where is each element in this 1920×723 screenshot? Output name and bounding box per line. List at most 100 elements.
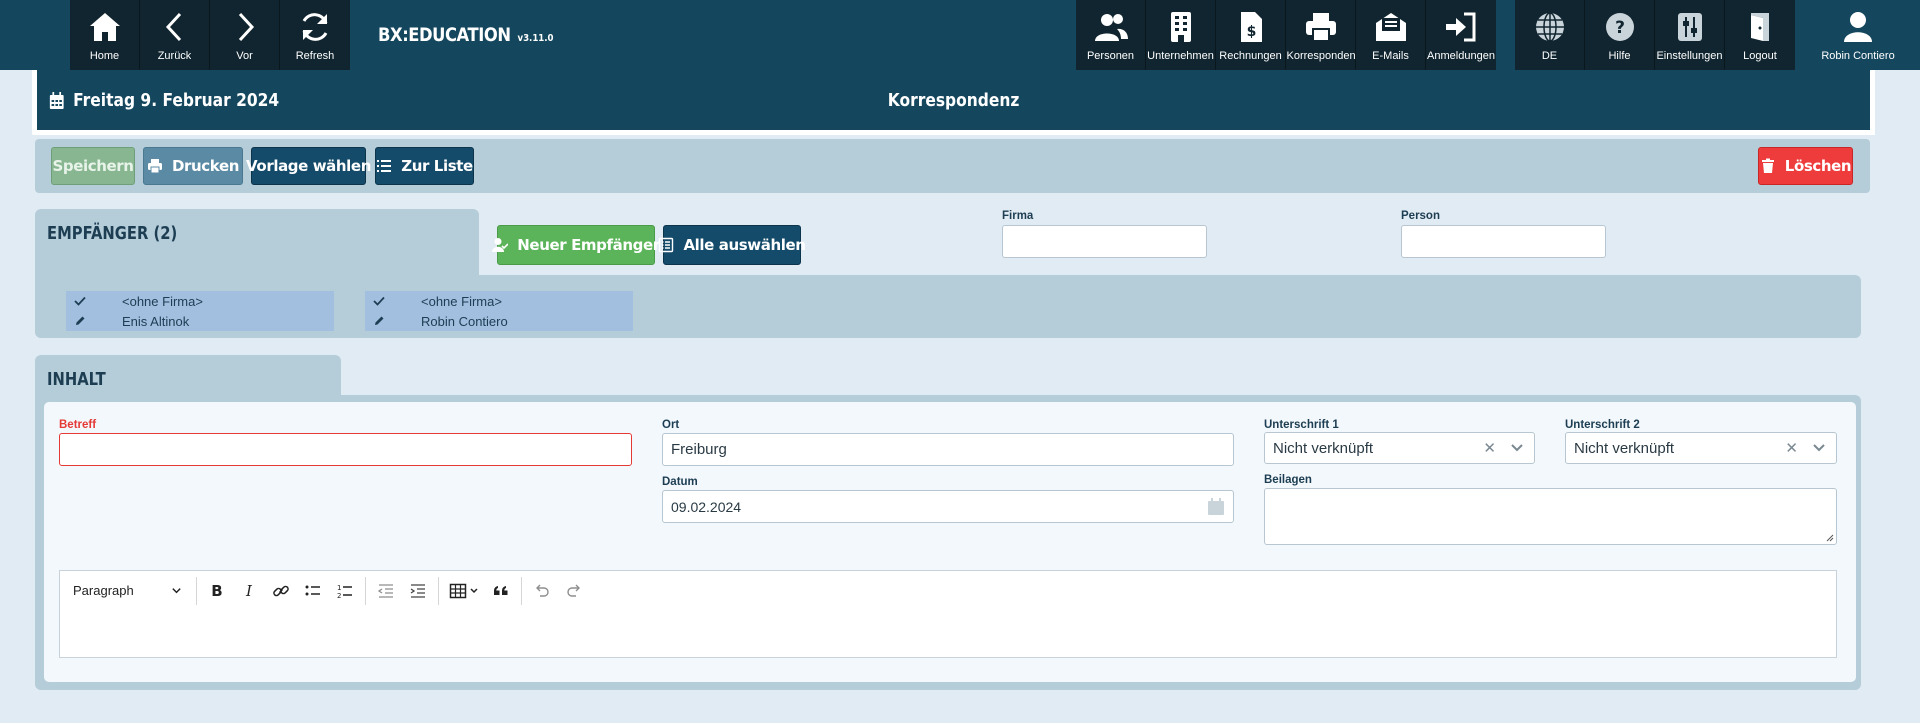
indent-button[interactable] <box>402 575 434 607</box>
bold-icon: B <box>211 582 222 600</box>
undo-button[interactable] <box>526 575 558 607</box>
invoice-icon: $ <box>1240 12 1262 42</box>
company-filter-input[interactable] <box>1002 225 1207 258</box>
outdent-button[interactable] <box>370 575 402 607</box>
signature2-select[interactable]: Nicht verknüpft ✕ <box>1565 432 1837 464</box>
home-button[interactable]: Home <box>70 0 140 70</box>
blockquote-button[interactable] <box>485 575 517 607</box>
recipients-heading: EMPFÄNGER (2) <box>47 223 178 244</box>
subject-input[interactable] <box>59 433 632 466</box>
app-brand: BX:EDUCATION v3.11.0 <box>378 24 554 46</box>
place-label: Ort <box>662 419 680 431</box>
logout-button[interactable]: Logout <box>1725 0 1795 70</box>
print-button[interactable]: Drucken <box>143 147 243 185</box>
check-icon <box>373 296 385 306</box>
company-filter-label: Firma <box>1002 210 1034 222</box>
sliders-icon <box>1677 13 1702 41</box>
quote-icon <box>494 585 508 595</box>
recipient-card[interactable]: <ohne Firma> Enis Altinok <box>66 291 334 331</box>
editor-toolbar: Paragraph B I 12 <box>59 570 1837 611</box>
refresh-button[interactable]: Refresh <box>280 0 350 70</box>
paragraph-format-dropdown[interactable]: Paragraph <box>60 583 192 598</box>
italic-button[interactable]: I <box>233 575 265 607</box>
numbered-list-icon: 12 <box>337 584 352 600</box>
insert-table-button[interactable] <box>443 575 485 607</box>
nav-unternehmen[interactable]: Unternehmen <box>1146 0 1216 70</box>
subject-label: Betreff <box>59 419 97 431</box>
nav-emails[interactable]: E-Mails <box>1356 0 1426 70</box>
attachments-label: Beilagen <box>1264 474 1312 486</box>
save-button[interactable]: Speichern <box>51 147 135 185</box>
select-all-button[interactable]: Alle auswählen <box>659 225 806 265</box>
history-nav-group: Home Zurück Vor Refresh <box>70 0 350 70</box>
forward-button[interactable]: Vor <box>210 0 280 70</box>
person-filter-label: Person <box>1401 210 1440 222</box>
person-filter-input[interactable] <box>1401 225 1606 258</box>
user-menu[interactable]: Robin Contiero <box>1796 0 1920 70</box>
new-recipient-button[interactable]: Neuer Empfänger <box>492 225 660 265</box>
signature1-select[interactable]: Nicht verknüpft ✕ <box>1264 432 1535 464</box>
help-button[interactable]: ? Hilfe <box>1585 0 1655 70</box>
language-button[interactable]: DE <box>1515 0 1585 70</box>
editor-content-area[interactable] <box>59 610 1837 658</box>
chevron-down-icon <box>172 588 181 594</box>
user-name: Robin Contiero <box>1821 50 1895 62</box>
bullet-list-button[interactable] <box>297 575 329 607</box>
outdent-icon <box>377 583 393 598</box>
home-icon <box>89 13 120 41</box>
bold-button[interactable]: B <box>201 575 233 607</box>
nav-korrespondenz[interactable]: Korrespondenz <box>1286 0 1356 70</box>
choose-template-button[interactable]: Vorlage wählen <box>246 147 371 185</box>
svg-text:?: ? <box>1615 18 1625 38</box>
link-button[interactable] <box>265 575 297 607</box>
building-icon <box>1170 12 1191 42</box>
date-label: Datum <box>662 476 698 488</box>
numbered-list-button[interactable]: 12 <box>329 575 361 607</box>
nav-personen[interactable]: Personen <box>1076 0 1146 70</box>
to-list-button[interactable]: Zur Liste <box>375 147 474 185</box>
module-nav-group: Personen Unternehmen $ Rechnungen Korres… <box>1076 0 1496 70</box>
svg-text:B: B <box>211 582 222 600</box>
help-icon: ? <box>1605 13 1634 41</box>
recipient-person: Enis Altinok <box>122 313 190 329</box>
clear-icon[interactable]: ✕ <box>1785 439 1798 457</box>
app-version: v3.11.0 <box>517 33 554 44</box>
user-check-icon <box>492 238 509 252</box>
link-icon <box>273 585 289 596</box>
pencil-icon[interactable] <box>373 315 385 327</box>
back-button[interactable]: Zurück <box>140 0 210 70</box>
signature1-label: Unterschrift 1 <box>1264 419 1339 431</box>
recipients-tab: EMPFÄNGER (2) <box>35 209 479 277</box>
chevron-right-icon <box>238 12 254 42</box>
redo-button[interactable] <box>558 575 590 607</box>
delete-button[interactable]: Löschen <box>1758 147 1853 185</box>
printer-icon <box>147 159 162 174</box>
chevron-left-icon <box>165 12 181 42</box>
utility-nav-group: DE ? Hilfe Einstellungen Logout <box>1515 0 1795 70</box>
nav-anmeldungen[interactable]: Anmeldungen <box>1426 0 1496 70</box>
content-tab: INHALT <box>35 355 341 397</box>
recipient-card[interactable]: <ohne Firma> Robin Contiero <box>365 291 633 331</box>
attachments-textarea[interactable] <box>1264 488 1837 545</box>
recipient-company: <ohne Firma> <box>122 293 203 309</box>
date-input[interactable]: 09.02.2024 <box>662 490 1234 523</box>
nav-rechnungen[interactable]: $ Rechnungen <box>1216 0 1286 70</box>
pencil-icon[interactable] <box>74 315 86 327</box>
page-title: Korrespondenz <box>887 90 1020 111</box>
italic-icon: I <box>245 582 253 600</box>
resize-handle-icon[interactable] <box>1824 532 1834 542</box>
users-icon <box>1094 14 1128 41</box>
door-icon <box>1751 13 1769 41</box>
check-icon <box>74 296 86 306</box>
settings-button[interactable]: Einstellungen <box>1655 0 1725 70</box>
trash-icon <box>1761 158 1774 173</box>
mail-icon <box>1375 13 1406 41</box>
home-label: Home <box>89 50 120 62</box>
svg-text:$: $ <box>1246 24 1256 40</box>
recipient-company: <ohne Firma> <box>421 293 502 309</box>
calendar-icon[interactable] <box>1207 498 1225 516</box>
place-input[interactable]: Freiburg <box>662 433 1234 466</box>
clear-icon[interactable]: ✕ <box>1483 439 1496 457</box>
content-heading: INHALT <box>47 369 106 390</box>
undo-icon <box>536 584 549 597</box>
